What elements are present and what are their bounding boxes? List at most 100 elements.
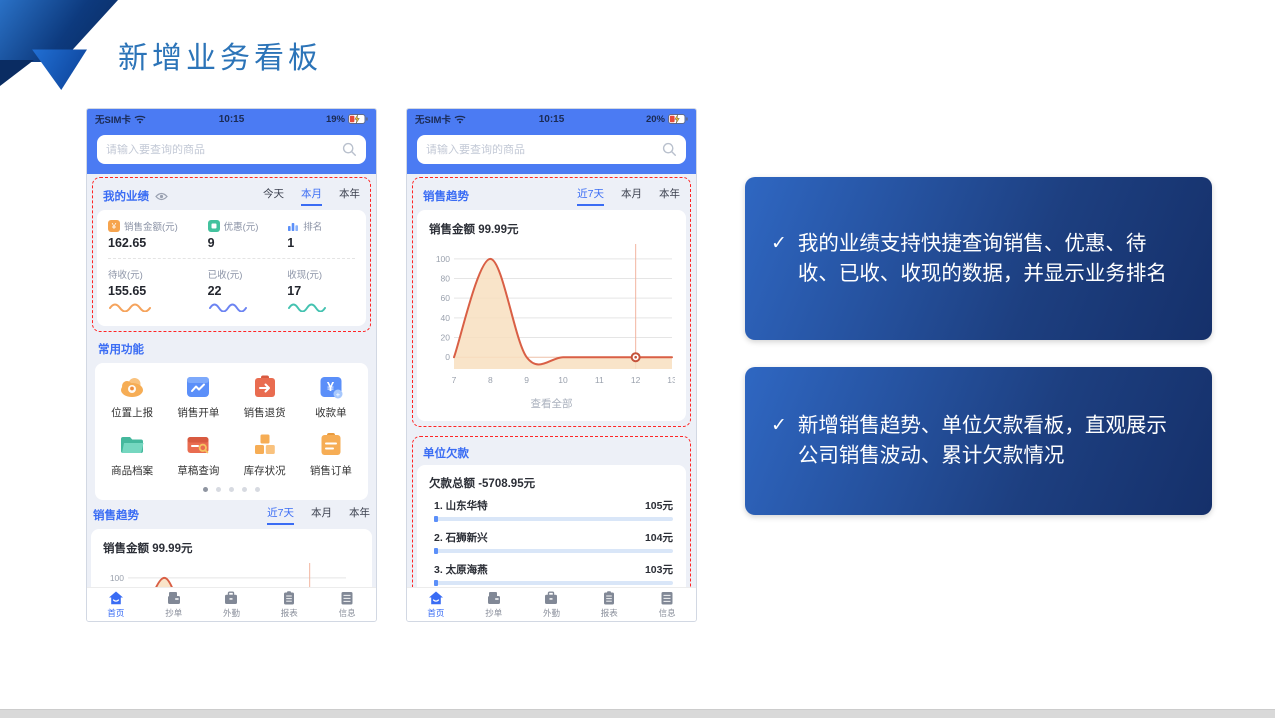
svg-text:11: 11 (595, 375, 604, 385)
nav-messages[interactable]: 信息 (318, 590, 376, 619)
carrier-label: 无SIM卡 (415, 112, 451, 126)
battery-percent-label: 20% (646, 114, 665, 125)
search-input[interactable] (106, 144, 342, 156)
debt-progress-bar (434, 549, 673, 553)
battery-charging-icon (668, 114, 688, 124)
stat-cash: 收现(元) 17 (287, 267, 355, 317)
trend-chart-mini: 02040608010078910111213 (102, 558, 361, 587)
wifi-icon (134, 114, 146, 124)
svg-text:¥: ¥ (111, 222, 117, 231)
tab-7days[interactable]: 近7天 (267, 505, 294, 525)
stat-discount: 优惠(元) 9 (208, 219, 288, 250)
trend-chart: 02040608010078910111213 (428, 239, 675, 391)
view-all-link[interactable]: 查看全部 (428, 391, 675, 412)
trend-card-p1: 销售金额 99.99元 02040608010078910111213 (91, 529, 372, 587)
copier-icon (486, 590, 502, 606)
stat-received: 已收(元) 22 (208, 267, 288, 317)
check-icon: ✓ (771, 229, 787, 288)
slide: 新增业务看板 无SIM卡 10:15 19% 我的业绩 (0, 0, 1275, 718)
order-clipboard-icon (317, 431, 345, 459)
tab-this-month[interactable]: 本月 (301, 186, 322, 206)
tab-this-year[interactable]: 本年 (349, 505, 370, 525)
feature-product-archive[interactable]: 商品档案 (99, 431, 165, 478)
callout-performance: ✓ 我的业绩支持快捷查询销售、优惠、待收、已收、收现的数据，并显示业务排名 (745, 177, 1212, 340)
eye-icon[interactable] (155, 192, 168, 201)
search-area (407, 129, 696, 174)
phone1-content: 我的业绩 今天 本月 本年 ¥ 销售金额(元) (87, 174, 376, 587)
svg-text:100: 100 (436, 254, 450, 264)
nav-reports[interactable]: 报表 (260, 590, 318, 619)
debt-row[interactable]: 3. 太原海燕103元 (434, 562, 673, 585)
svg-text:40: 40 (441, 313, 451, 323)
search-icon[interactable] (342, 142, 357, 157)
debt-title: 单位欠款 (423, 445, 469, 461)
pagination-dots[interactable] (99, 478, 364, 495)
performance-header: 我的业绩 今天 本月 本年 (97, 181, 366, 210)
draft-search-icon (184, 431, 212, 459)
tab-7days[interactable]: 近7天 (577, 186, 604, 206)
slide-bottom-strip (0, 709, 1275, 718)
nav-messages[interactable]: 信息 (638, 590, 696, 619)
feature-sales-return[interactable]: 销售退货 (232, 373, 298, 420)
debt-total-label: 欠款总额 -5708.95元 (429, 475, 675, 491)
carrier-label: 无SIM卡 (95, 112, 131, 126)
cloud-location-icon (118, 373, 146, 401)
feature-location-report[interactable]: 位置上报 (99, 373, 165, 420)
archive-drawers-icon (659, 590, 675, 606)
tab-this-year[interactable]: 本年 (659, 186, 680, 206)
svg-text:100: 100 (110, 573, 124, 583)
debt-row[interactable]: 1. 山东华特105元 (434, 498, 673, 521)
search-icon[interactable] (662, 142, 677, 157)
feature-sales-order-list[interactable]: 销售订单 (298, 431, 364, 478)
nav-field-work[interactable]: 外勤 (203, 590, 261, 619)
tab-today[interactable]: 今天 (263, 186, 284, 206)
report-clipboard-icon (601, 590, 617, 606)
status-bar: 无SIM卡 10:15 19% (87, 109, 376, 129)
status-bar: 无SIM卡 10:15 20% (407, 109, 696, 129)
rank-bars-icon (287, 220, 299, 232)
tab-this-month[interactable]: 本月 (311, 505, 332, 525)
wifi-icon (454, 114, 466, 124)
nav-home[interactable]: 首页 (87, 590, 145, 619)
trend-header-p1: 销售趋势 近7天 本月 本年 (87, 500, 376, 529)
performance-title: 我的业绩 (103, 188, 149, 204)
corner-decoration-triangle (31, 46, 87, 90)
briefcase-icon (543, 590, 559, 606)
sparkline-blue (208, 301, 248, 312)
nav-field-work[interactable]: 外勤 (523, 590, 581, 619)
briefcase-icon (223, 590, 239, 606)
nav-copy-order[interactable]: 抄单 (145, 590, 203, 619)
nav-home[interactable]: 首页 (407, 590, 465, 619)
nav-copy-order[interactable]: 抄单 (465, 590, 523, 619)
sparkline-teal (287, 301, 327, 312)
trend-header-p2: 销售趋势 近7天 本月 本年 (417, 181, 686, 210)
nav-reports[interactable]: 报表 (580, 590, 638, 619)
feature-inventory-status[interactable]: 库存状况 (232, 431, 298, 478)
svg-text:8: 8 (488, 375, 493, 385)
feature-sales-order-create[interactable]: 销售开单 (165, 373, 231, 420)
archive-drawers-icon (339, 590, 355, 606)
svg-text:¥: ¥ (327, 379, 335, 394)
area-chart: 02040608010078910111213 (102, 558, 355, 587)
svg-text:13: 13 (667, 375, 675, 385)
trend-title: 销售趋势 (93, 507, 139, 523)
area-chart: 02040608010078910111213 (428, 239, 675, 389)
search-box[interactable] (417, 135, 686, 164)
feature-payment-receipt[interactable]: ¥+ 收款单 (298, 373, 364, 420)
svg-text:7: 7 (452, 375, 457, 385)
features-card: 位置上报 销售开单 销售退货 ¥+ 收款单 (95, 363, 368, 500)
yuan-receipt-icon: ¥+ (317, 373, 345, 401)
dot-active[interactable] (203, 487, 208, 492)
search-box[interactable] (97, 135, 366, 164)
check-icon: ✓ (771, 411, 787, 470)
debt-row[interactable]: 2. 石狮新兴104元 (434, 530, 673, 553)
feature-draft-query[interactable]: 草稿查询 (165, 431, 231, 478)
tab-this-month[interactable]: 本月 (621, 186, 642, 206)
search-input[interactable] (426, 144, 662, 156)
trend-title: 销售趋势 (423, 188, 469, 204)
svg-text:80: 80 (441, 274, 451, 284)
callout-trend-debt-text: 新增销售趋势、单位欠款看板，直观展示公司销售波动、累计欠款情况 (798, 411, 1186, 470)
tab-this-year[interactable]: 本年 (339, 186, 360, 206)
svg-text:9: 9 (524, 375, 529, 385)
debt-card: 欠款总额 -5708.95元 1. 山东华特105元 2. 石狮新兴104元 3… (417, 465, 686, 587)
